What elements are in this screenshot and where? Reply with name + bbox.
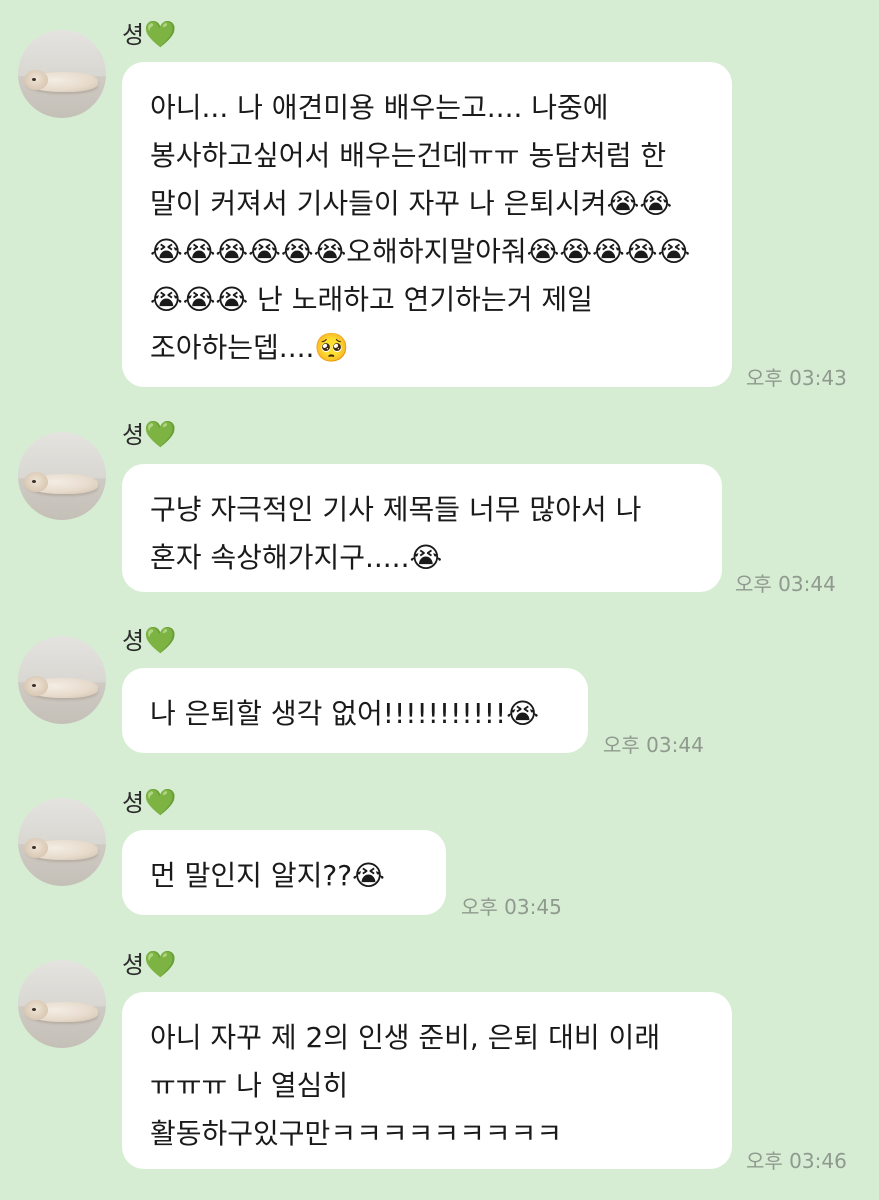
sender-name: 셩💚 (122, 626, 176, 656)
sender-name: 셩💚 (122, 788, 176, 818)
sender-name-text: 셩 (122, 21, 145, 49)
message-bubble[interactable]: 아니... 나 애견미용 배우는고.... 나중에 봉사하고싶어서 배우는건데ㅠ… (122, 62, 732, 387)
message-time: 오후 03:43 (746, 366, 847, 390)
sender-name: 셩💚 (122, 20, 176, 50)
sender-name: 셩💚 (122, 950, 176, 980)
sender-name: 셩💚 (122, 420, 176, 450)
message-bubble[interactable]: 아니 자꾸 제 2의 인생 준비, 은퇴 대비 이래 ㅠㅠㅠ 나 열심히 활동하… (122, 992, 732, 1169)
avatar[interactable] (18, 432, 106, 520)
message-time: 오후 03:44 (603, 733, 704, 757)
message-bubble[interactable]: 먼 말인지 알지??😭 (122, 830, 446, 915)
sender-name-text: 셩 (122, 421, 145, 449)
green-heart-icon: 💚 (144, 626, 177, 656)
avatar[interactable] (18, 30, 106, 118)
message-bubble[interactable]: 나 은퇴할 생각 없어!!!!!!!!!!!😭 (122, 668, 588, 753)
message-time: 오후 03:46 (746, 1149, 847, 1173)
green-heart-icon: 💚 (144, 420, 177, 450)
message-time: 오후 03:44 (735, 572, 836, 596)
avatar[interactable] (18, 636, 106, 724)
sender-name-text: 셩 (122, 627, 145, 655)
green-heart-icon: 💚 (144, 788, 177, 818)
avatar[interactable] (18, 960, 106, 1048)
sender-name-text: 셩 (122, 951, 145, 979)
avatar[interactable] (18, 798, 106, 886)
message-time: 오후 03:45 (461, 895, 562, 919)
message-bubble[interactable]: 구냥 자극적인 기사 제목들 너무 많아서 나 혼자 속상해가지구.....😭 (122, 464, 722, 592)
sender-name-text: 셩 (122, 789, 145, 817)
green-heart-icon: 💚 (144, 20, 177, 50)
green-heart-icon: 💚 (144, 950, 177, 980)
